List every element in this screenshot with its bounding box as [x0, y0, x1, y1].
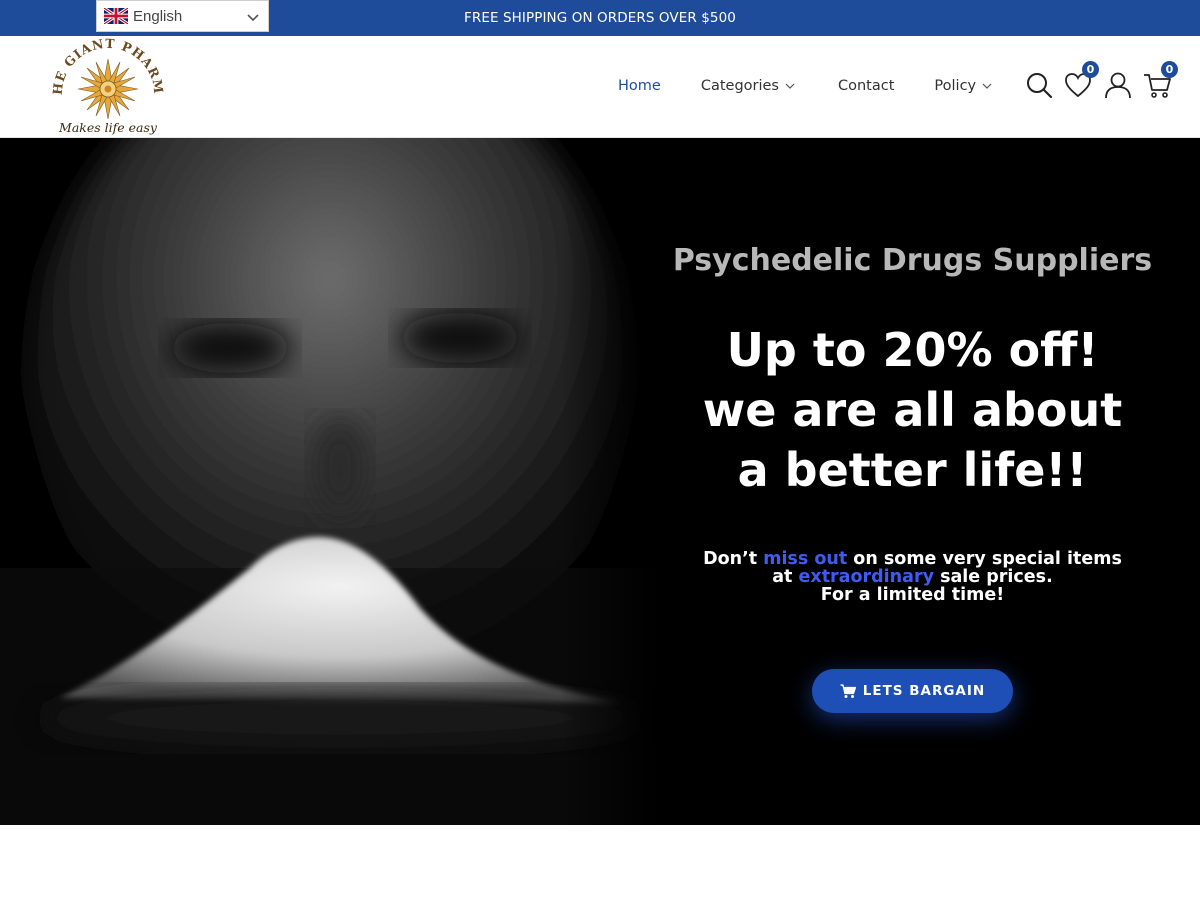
headline-line-3: a better life!!	[737, 443, 1088, 497]
headline-line-1: Up to 20% off!	[726, 323, 1099, 377]
nav-contact-label: Contact	[838, 78, 895, 94]
chevron-down-icon	[982, 83, 992, 89]
site-logo[interactable]: THE GIANT PHARMA	[52, 36, 164, 136]
hero-headline: Up to 20% off! we are all about a better…	[660, 320, 1165, 500]
hero-title: Psychedelic Drugs Suppliers	[672, 243, 1153, 278]
nav-home[interactable]: Home	[618, 78, 661, 94]
lets-bargain-button[interactable]: LETS BARGAIN	[812, 669, 1013, 713]
top-bar: English FREE SHIPPING ON ORDERS OVER $50…	[0, 0, 1200, 36]
wishlist-count-badge: 0	[1082, 61, 1099, 78]
nav-categories[interactable]: Categories	[701, 78, 796, 94]
text-part: sale prices.	[933, 567, 1053, 587]
language-selector[interactable]: English	[96, 0, 269, 32]
language-label: English	[133, 7, 183, 25]
hero-image	[0, 138, 660, 825]
hero-description: Don’t miss out on some very special item…	[680, 550, 1145, 604]
text-part: Don’t	[703, 549, 764, 569]
svg-text:Makes life easy: Makes life easy	[58, 120, 158, 135]
wishlist-button[interactable]: 0	[1063, 61, 1099, 100]
cart-count-badge: 0	[1161, 61, 1178, 78]
headline-line-2: we are all about	[702, 383, 1123, 437]
user-icon	[1105, 72, 1131, 99]
highlight-miss-out: miss out	[763, 549, 848, 569]
nav-categories-label: Categories	[700, 78, 779, 94]
hero-banner: Psychedelic Drugs Suppliers Up to 20% of…	[0, 138, 1200, 825]
uk-flag-icon	[104, 8, 128, 24]
chevron-down-icon	[785, 83, 795, 89]
cart-icon	[840, 684, 856, 698]
nav-policy[interactable]: Policy	[934, 78, 993, 94]
cart-button[interactable]: 0	[1142, 61, 1178, 100]
description-line-2: at extraordinary sale prices.	[680, 568, 1145, 586]
highlight-extraordinary: extraordinary	[798, 567, 934, 587]
nav-home-label: Home	[618, 78, 661, 94]
site-header: THE GIANT PHARMA	[0, 36, 1200, 138]
nav-policy-label: Policy	[934, 78, 977, 94]
search-button[interactable]	[1024, 70, 1054, 100]
search-icon	[1027, 73, 1053, 99]
main-nav: Home Categories Contact Policy	[618, 36, 993, 136]
text-part: on some very special items	[847, 549, 1122, 569]
nav-contact[interactable]: Contact	[838, 78, 894, 94]
description-line-3: For a limited time!	[820, 585, 1005, 605]
text-part: at	[772, 567, 799, 587]
cta-label: LETS BARGAIN	[862, 683, 986, 699]
description-line-1: Don’t miss out on some very special item…	[680, 550, 1145, 568]
account-button[interactable]	[1103, 70, 1133, 100]
chevron-down-icon	[247, 14, 259, 22]
